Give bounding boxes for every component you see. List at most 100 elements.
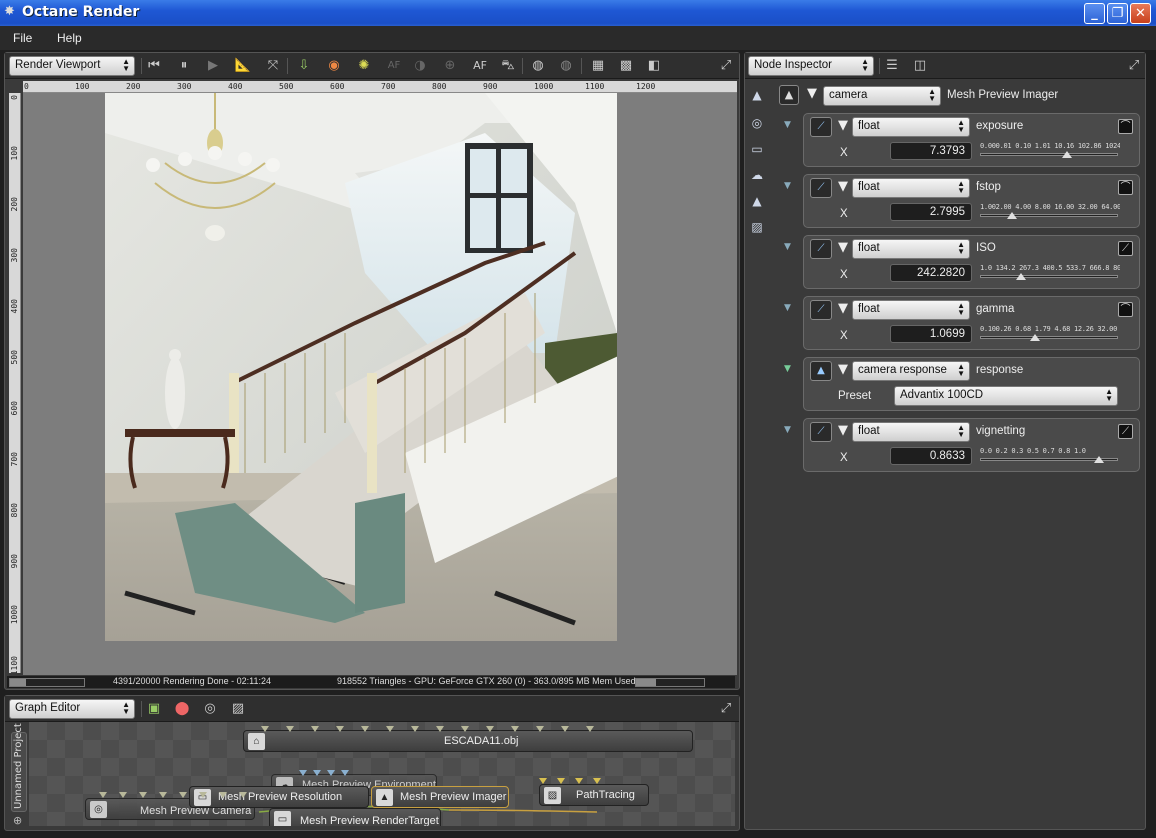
viewport-mode-select[interactable]: Render Viewport ▲ ▼ [9, 56, 135, 76]
graph-mode-select[interactable]: Graph Editor ▲ ▼ [9, 699, 135, 719]
param-type-select[interactable]: float ▲ ▼ [852, 117, 970, 137]
param-value-field[interactable]: 2.7995 [890, 203, 972, 221]
node-input-pin[interactable] [436, 726, 444, 732]
collapse-triangle-icon[interactable]: ▼ [838, 118, 848, 133]
node-input-pin[interactable] [199, 792, 207, 798]
slider-thumb[interactable] [1006, 212, 1017, 219]
autofocus-icon[interactable]: AF [471, 57, 489, 75]
param-slider[interactable]: 0.000.01 0.10 1.01 10.16 102.86 1024.00 [980, 142, 1120, 162]
node-input-pin[interactable] [159, 792, 167, 798]
graph-node-resolution[interactable]: ▭ Mesh Preview Resolution [189, 786, 369, 808]
param-value-field[interactable]: 242.2820 [890, 264, 972, 282]
light-picker-icon[interactable]: ✺ [355, 57, 373, 75]
maximize-panel-icon[interactable]: ⤢ [1125, 57, 1143, 75]
maximize-button[interactable]: ❐ [1107, 3, 1128, 24]
param-type-select[interactable]: float ▲ ▼ [852, 239, 970, 259]
collapse-triangle-icon[interactable]: ▼ [838, 423, 848, 438]
collapse-triangle-icon[interactable]: ▼ [838, 362, 848, 377]
close-button[interactable]: ✕ [1130, 3, 1151, 24]
imager2-node-icon[interactable]: ▲ [749, 193, 765, 209]
node-input-pin[interactable] [99, 792, 107, 798]
camera-picker-icon[interactable]: ⛍ [499, 57, 517, 75]
curve-toggle-icon[interactable]: ⌒ [1118, 180, 1133, 195]
param-slider[interactable]: 0.0 0.2 0.3 0.5 0.7 0.8 1.0 [980, 447, 1120, 467]
expand-arrow-icon[interactable]: ▼ [784, 242, 791, 252]
node-input-pin[interactable] [219, 792, 227, 798]
export-icon[interactable]: ⇩ [295, 57, 313, 75]
environment-node-icon[interactable]: ☁ [749, 167, 765, 183]
maximize-panel-icon[interactable]: ⤢ [717, 700, 735, 718]
node-input-pin[interactable] [575, 778, 583, 784]
node-input-pin[interactable] [239, 792, 247, 798]
node-input-pin[interactable] [313, 770, 321, 776]
ruler-icon[interactable]: 📐 [234, 57, 252, 75]
add-mesh-icon[interactable]: ▣ [145, 700, 163, 718]
alpha-icon[interactable]: ▩ [617, 57, 635, 75]
param-slider[interactable]: 1.002.00 4.00 8.00 16.00 32.00 64.00 [980, 203, 1120, 223]
curve-toggle-icon[interactable]: ⟋ [1118, 241, 1133, 256]
collapse-icon[interactable]: ☰ [883, 57, 901, 75]
node-input-pin[interactable] [386, 726, 394, 732]
param-type-select[interactable]: float ▲ ▼ [852, 178, 970, 198]
curve-toggle-icon[interactable]: ⌒ [1118, 302, 1133, 317]
collapse-triangle-icon[interactable]: ▼ [807, 86, 817, 101]
add-material-icon[interactable]: ⬤ [173, 700, 191, 718]
root-type-select[interactable]: camera ▲ ▼ [823, 86, 941, 106]
param-value-field[interactable]: 7.3793 [890, 142, 972, 160]
curve-toggle-icon[interactable]: ⌒ [1118, 119, 1133, 134]
node-input-pin[interactable] [327, 770, 335, 776]
maximize-panel-icon[interactable]: ⤢ [717, 57, 735, 75]
slider-thumb[interactable] [1016, 273, 1027, 280]
node-input-pin[interactable] [539, 778, 547, 784]
node-input-pin[interactable] [299, 770, 307, 776]
expand-icon[interactable]: ◫ [911, 57, 929, 75]
node-input-pin[interactable] [586, 726, 594, 732]
rewind-icon[interactable]: ⏮ [145, 57, 163, 75]
node-input-pin[interactable] [261, 726, 269, 732]
param-type-select[interactable]: float ▲ ▼ [852, 300, 970, 320]
menu-file[interactable]: File [13, 31, 32, 45]
graph-node-mesh[interactable]: ⌂ ESCADA11.obj [243, 730, 693, 752]
param-slider[interactable]: 1.0 134.2 267.3 400.5 533.7 666.8 800.0 [980, 264, 1120, 284]
graph-node-kernel[interactable]: ▨ PathTracing [539, 784, 649, 806]
lock-view-icon[interactable]: ◍ [529, 57, 547, 75]
node-input-pin[interactable] [286, 726, 294, 732]
node-input-pin[interactable] [361, 726, 369, 732]
node-input-pin[interactable] [536, 726, 544, 732]
resolution-node-icon[interactable]: ▭ [749, 141, 765, 157]
render-canvas[interactable] [23, 93, 737, 675]
collapse-triangle-icon[interactable]: ▼ [838, 301, 848, 316]
node-input-pin[interactable] [311, 726, 319, 732]
menu-help[interactable]: Help [57, 31, 82, 45]
add-kernel-icon[interactable]: ▨ [229, 700, 247, 718]
node-input-pin[interactable] [119, 792, 127, 798]
node-input-pin[interactable] [593, 778, 601, 784]
param-slider[interactable]: 0.100.26 0.68 1.79 4.68 12.26 32.00 [980, 325, 1120, 345]
response-type-select[interactable]: camera response ▲ ▼ [852, 361, 970, 381]
add-camera-icon[interactable]: ◎ [201, 700, 219, 718]
expand-arrow-icon[interactable]: ▼ [784, 425, 791, 435]
expand-arrow-icon[interactable]: ▼ [784, 120, 791, 130]
imager-node-icon[interactable]: ▲ [749, 87, 765, 103]
curve-toggle-icon[interactable]: ⟋ [1118, 424, 1133, 439]
inspector-mode-select[interactable]: Node Inspector ▲ ▼ [748, 56, 874, 76]
collapse-triangle-icon[interactable]: ▼ [838, 240, 848, 255]
pause-icon[interactable]: ⏸ [175, 57, 193, 75]
expand-arrow-icon[interactable]: ▼ [784, 303, 791, 313]
collapse-triangle-icon[interactable]: ▼ [838, 179, 848, 194]
node-input-pin[interactable] [341, 770, 349, 776]
region-icon[interactable]: ▦ [589, 57, 607, 75]
node-input-pin[interactable] [486, 726, 494, 732]
graph-node-imager[interactable]: ▲ Mesh Preview Imager [371, 786, 509, 808]
node-input-pin[interactable] [139, 792, 147, 798]
add-project-icon[interactable]: ⊕ [13, 814, 22, 827]
node-graph-canvas[interactable]: ⌂ ESCADA11.obj ☁ Mesh Preview Environmen… [29, 722, 735, 826]
node-input-pin[interactable] [557, 778, 565, 784]
background-icon[interactable]: ◧ [645, 57, 663, 75]
material-picker-icon[interactable]: ◉ [325, 57, 343, 75]
minimize-button[interactable]: _ [1084, 3, 1105, 24]
param-type-select[interactable]: float ▲ ▼ [852, 422, 970, 442]
param-value-field[interactable]: 0.8633 [890, 447, 972, 465]
node-input-pin[interactable] [511, 726, 519, 732]
play-icon[interactable]: ▶ [204, 57, 222, 75]
